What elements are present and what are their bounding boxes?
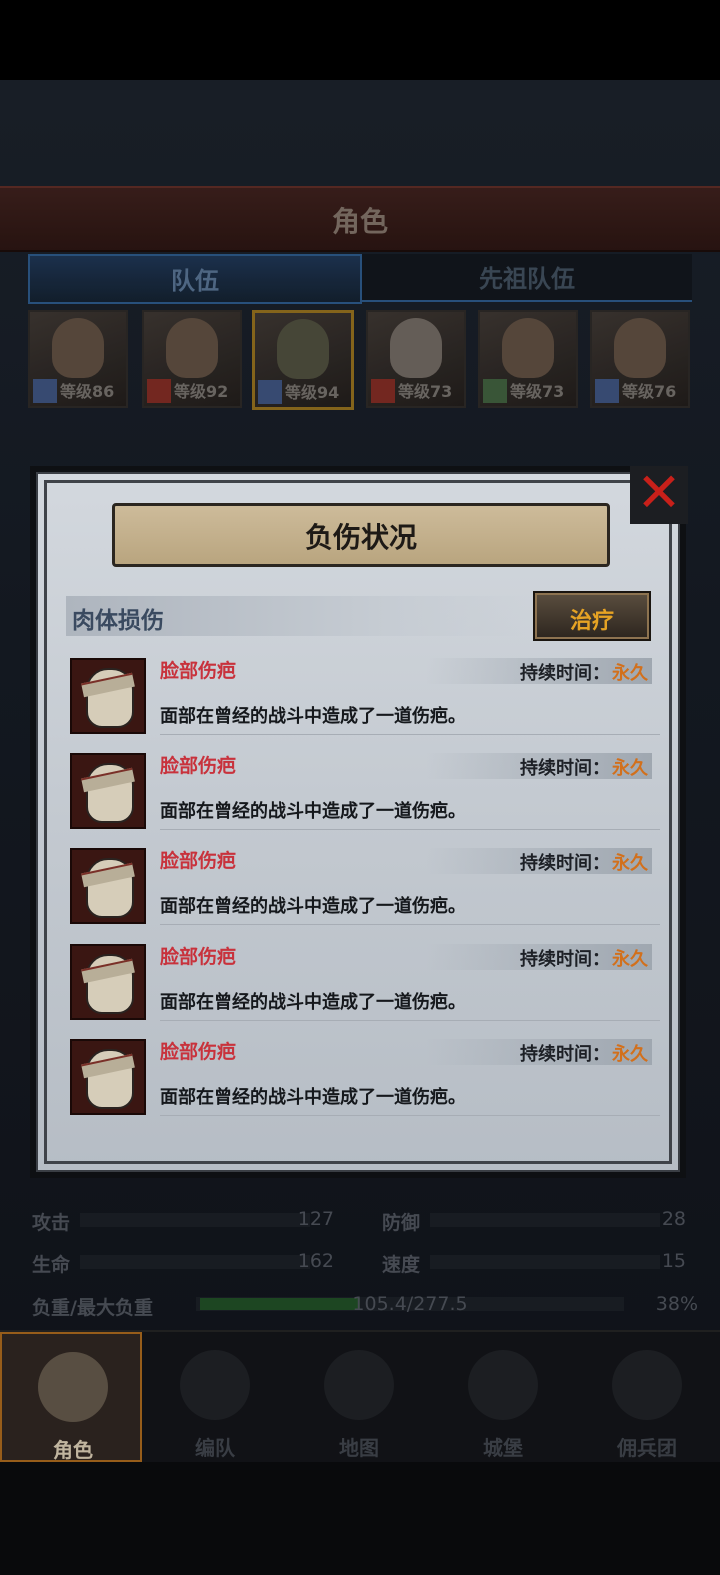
- dialog-title-banner: 负伤状况: [112, 503, 610, 567]
- treat-button[interactable]: 治疗: [533, 591, 651, 641]
- duration-label: 持续时间：: [520, 1044, 610, 1065]
- scar-injury-icon: [70, 848, 146, 924]
- scar-injury-icon: [70, 658, 146, 734]
- divider: [160, 1115, 660, 1116]
- injury-name: 脸部伤疤: [160, 660, 237, 682]
- duration-label: 持续时间：: [520, 949, 610, 970]
- treat-button-label: 治疗: [569, 609, 614, 634]
- injury-item: 脸部伤疤 持续时间： 永久 面部在曾经的战斗中造成了一道伤疤。: [66, 942, 660, 1034]
- injury-item: 脸部伤疤 持续时间： 永久 面部在曾经的战斗中造成了一道伤疤。: [66, 656, 660, 748]
- duration-label: 持续时间：: [520, 758, 610, 779]
- divider: [160, 1020, 660, 1021]
- injury-name: 脸部伤疤: [160, 850, 237, 872]
- section-title: 肉体损伤: [72, 608, 164, 634]
- duration-value: 永久: [612, 853, 648, 874]
- injury-name: 脸部伤疤: [160, 1041, 237, 1063]
- duration-value: 永久: [612, 663, 648, 684]
- duration-value: 永久: [612, 949, 648, 970]
- scar-injury-icon: [70, 753, 146, 829]
- close-button[interactable]: ✕: [630, 462, 688, 524]
- injury-name: 脸部伤疤: [160, 755, 237, 777]
- duration-value: 永久: [612, 758, 648, 779]
- injury-item: 脸部伤疤 持续时间： 永久 面部在曾经的战斗中造成了一道伤疤。: [66, 1037, 660, 1129]
- scar-injury-icon: [70, 1039, 146, 1115]
- injury-description: 面部在曾经的战斗中造成了一道伤疤。: [160, 896, 466, 917]
- injury-description: 面部在曾经的战斗中造成了一道伤疤。: [160, 992, 466, 1013]
- injury-description: 面部在曾经的战斗中造成了一道伤疤。: [160, 1087, 466, 1108]
- injury-name: 脸部伤疤: [160, 946, 237, 968]
- duration-value: 永久: [612, 1044, 648, 1065]
- dialog-title: 负伤状况: [304, 521, 417, 554]
- close-x-icon: ✕: [636, 461, 682, 524]
- injury-item: 脸部伤疤 持续时间： 永久 面部在曾经的战斗中造成了一道伤疤。: [66, 846, 660, 938]
- injury-description: 面部在曾经的战斗中造成了一道伤疤。: [160, 801, 466, 822]
- divider: [160, 829, 660, 830]
- divider: [160, 924, 660, 925]
- scar-injury-icon: [70, 944, 146, 1020]
- injury-description: 面部在曾经的战斗中造成了一道伤疤。: [160, 706, 466, 727]
- duration-label: 持续时间：: [520, 853, 610, 874]
- divider: [160, 734, 660, 735]
- injury-item: 脸部伤疤 持续时间： 永久 面部在曾经的战斗中造成了一道伤疤。: [66, 751, 660, 843]
- duration-label: 持续时间：: [520, 663, 610, 684]
